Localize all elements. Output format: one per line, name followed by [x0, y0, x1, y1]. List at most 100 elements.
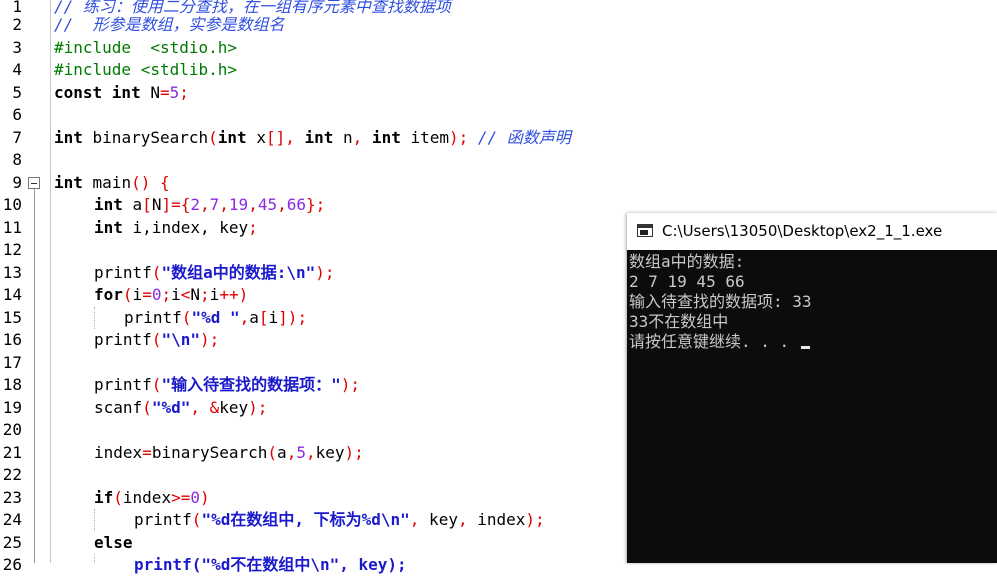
line-number: 6: [12, 105, 22, 124]
identifier: printf: [94, 263, 152, 282]
code-line-7: int binarySearch(int x[], int n, int ite…: [54, 127, 571, 149]
number: 0: [190, 488, 200, 507]
line-number: 9: [12, 173, 22, 192]
punctuation: ;: [248, 218, 258, 237]
console-titlebar[interactable]: C:\Users\13050\Desktop\ex2_1_1.exe: [627, 213, 997, 250]
line-number: 18: [2, 375, 22, 394]
console-output[interactable]: 数组a中的数据: 2 7 19 45 66 输入待查找的数据项: 33 33不在…: [627, 250, 997, 563]
punctuation: ,: [200, 195, 210, 214]
identifier: i: [268, 308, 279, 327]
console-line: 33不在数组中: [629, 312, 729, 331]
keyword: int: [294, 128, 334, 147]
identifier: index: [122, 488, 172, 507]
operator: =: [142, 443, 152, 462]
punctuation: );: [525, 510, 545, 529]
punctuation: ,: [248, 195, 258, 214]
number: 66: [286, 195, 306, 214]
line-number: 24: [2, 510, 22, 529]
fold-guide-line: [34, 189, 35, 563]
identifier: printf: [94, 330, 152, 349]
code-line-23: if(index>=0): [94, 487, 210, 509]
code-line-14: for(i=0;i<N;i++): [94, 284, 248, 306]
punctuation: ,: [305, 443, 316, 462]
identifier: n: [333, 128, 353, 147]
punctuation: ,: [277, 195, 287, 214]
console-line-prompt: 请按任意键继续. . .: [629, 332, 810, 352]
line-number-gutter: 1 2 3 4 5 6 7 8 9 10 11 12 13 14 15 16 1…: [0, 0, 51, 574]
line-number: 12: [2, 240, 22, 259]
identifier: N: [140, 83, 160, 102]
line-number: 7: [12, 128, 22, 147]
comment: // 形参是数组，实参是数组名: [54, 15, 285, 34]
punctuation: ;: [161, 285, 172, 304]
code-line-18: printf("输入待查找的数据项：");: [94, 374, 360, 396]
operator: <: [180, 285, 191, 304]
identifier: binarySearch: [82, 128, 209, 147]
punctuation: ,: [286, 443, 297, 462]
line-number: 25: [2, 533, 22, 552]
punctuation: );: [340, 375, 360, 394]
code-line-3: #include <stdio.h>: [54, 37, 237, 59]
code-line-5: const int N=5;: [54, 82, 189, 104]
identifier: a: [249, 308, 259, 327]
identifier: printf: [124, 308, 182, 327]
punctuation: (: [181, 308, 192, 327]
number: 19: [228, 195, 249, 214]
keyword: int: [94, 195, 123, 214]
punctuation: ;: [179, 83, 189, 102]
punctuation: );: [449, 128, 469, 147]
punctuation: ]);: [278, 308, 308, 327]
punctuation: ,: [409, 510, 420, 529]
line-number: 11: [2, 218, 22, 237]
line-number: 13: [2, 263, 22, 282]
keyword: int: [54, 173, 83, 192]
line-number: 8: [12, 150, 22, 169]
line-number: 10: [2, 195, 22, 214]
punctuation: (: [151, 375, 162, 394]
punctuation: (: [151, 330, 162, 349]
identifier: N: [190, 285, 201, 304]
identifier: i: [171, 285, 181, 304]
code-line-26: printf("%d不在数组中\n", key);: [134, 554, 407, 576]
punctuation: (: [208, 128, 218, 147]
number: 45: [257, 195, 278, 214]
punctuation: ): [199, 488, 210, 507]
keyword: const int: [54, 83, 141, 102]
line-number: 16: [2, 330, 22, 349]
punctuation: );: [344, 443, 364, 462]
string-literal: "\n": [161, 330, 200, 349]
keyword: for: [94, 285, 123, 304]
identifier: printf: [94, 375, 152, 394]
line-number: 23: [2, 488, 22, 507]
line-number: 17: [2, 353, 22, 372]
console-app-icon: [637, 224, 653, 237]
console-line: 2 7 19 45 66: [629, 272, 745, 291]
punctuation: () {: [131, 173, 170, 192]
console-line: 数组a中的数据:: [629, 252, 745, 271]
number: 5: [296, 443, 306, 462]
number: 2: [190, 195, 200, 214]
identifier: a: [122, 195, 143, 214]
operator: =: [142, 285, 152, 304]
punctuation: [],: [265, 128, 295, 147]
punctuation: );: [315, 263, 335, 282]
identifier: i,index, key: [122, 218, 249, 237]
code-line-13: printf("数组a中的数据:\n");: [94, 262, 335, 284]
text-cursor: [800, 346, 810, 349]
line-number: 19: [2, 398, 22, 417]
line-number: 5: [12, 83, 22, 102]
punctuation: (: [267, 443, 278, 462]
punctuation: (: [142, 398, 152, 417]
console-prompt-text: 请按任意键继续. . .: [629, 332, 799, 351]
console-window[interactable]: C:\Users\13050\Desktop\ex2_1_1.exe 数组a中的…: [627, 213, 997, 563]
identifier: index: [94, 443, 143, 462]
preprocessor: #include <stdlib.h>: [54, 60, 238, 79]
identifier: printf: [134, 510, 192, 529]
punctuation: );: [248, 398, 268, 417]
identifier: key: [219, 398, 249, 417]
string-literal: "%d": [151, 398, 191, 417]
string-literal: "%d ": [191, 308, 240, 327]
punctuation: ,: [219, 195, 229, 214]
line-number: 22: [2, 465, 22, 484]
fold-collapse-icon[interactable]: [28, 177, 40, 189]
